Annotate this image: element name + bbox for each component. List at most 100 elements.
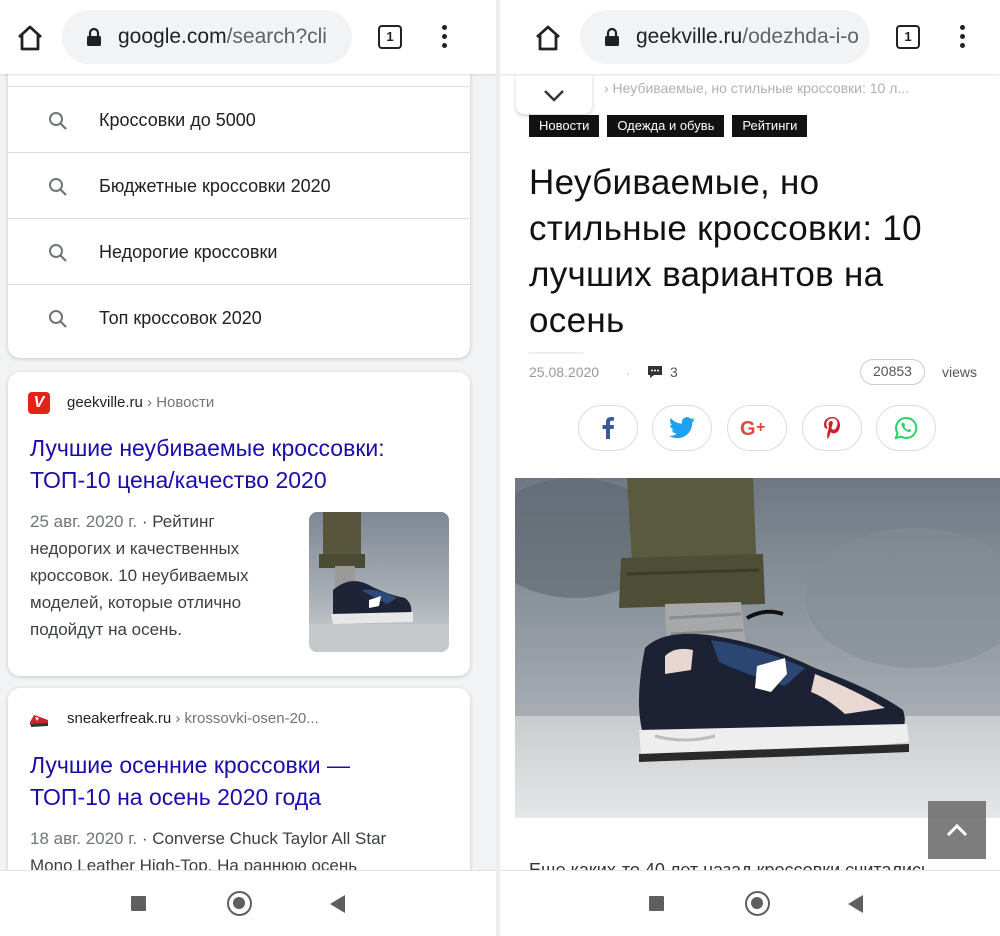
scroll-to-top-button[interactable] — [928, 801, 986, 859]
right-browser-window: geekville.ru/odezhda-i-o 1 › Неубиваемые… — [500, 0, 1000, 936]
tag-clothing[interactable]: Одежда и обувь — [607, 115, 725, 137]
site-breadcrumb: › Новости — [142, 394, 215, 411]
suggestion-label: Бюджетные кроссовки 2020 — [99, 176, 331, 196]
site-name: sneakerfreak.ru — [67, 710, 172, 727]
title-line: осень — [529, 301, 625, 340]
share-pinterest-button[interactable] — [802, 405, 862, 451]
search-icon — [49, 244, 67, 262]
snippet-line: кроссовок. 10 неубиваемых — [30, 566, 249, 585]
result-snippet: 25 авг. 2020 г. · Рейтинг недорогих и ка… — [30, 508, 249, 643]
result-title-line: ТОП-10 цена/качество 2020 — [30, 467, 327, 493]
snippet-line: · Рейтинг — [137, 512, 215, 531]
recents-button[interactable] — [649, 896, 664, 911]
tag-ratings[interactable]: Рейтинги — [732, 115, 808, 137]
article-date: 25.08.2020 — [529, 364, 600, 380]
home-icon[interactable] — [14, 22, 46, 54]
lock-icon — [605, 27, 619, 46]
article-page: › Неубиваемые, но стильные кроссовки: 10… — [500, 74, 1000, 870]
comment-icon[interactable] — [646, 364, 664, 380]
result-site[interactable]: sneakerfreak.ru › krossovki-osen-20... — [67, 709, 319, 729]
suggestion-label: Недорогие кроссовки — [99, 242, 278, 262]
home-icon[interactable] — [532, 22, 564, 54]
recents-button[interactable] — [131, 896, 146, 911]
title-divider — [529, 352, 583, 354]
whatsapp-icon — [894, 416, 918, 440]
article-body-text: Еще каких-то 40 лет назад кроссовки счит… — [529, 860, 931, 870]
views-label: views — [942, 364, 978, 380]
suggestion-item[interactable]: Кроссовки до 5000 — [8, 86, 470, 152]
result-date: 25 авг. 2020 г. — [30, 512, 138, 531]
url-path: /search?cli — [226, 25, 327, 48]
url-domain: google.com — [118, 25, 227, 48]
url-path: /odezhda-i-o — [742, 25, 859, 48]
snippet-line: · Converse Chuck Taylor All Star — [137, 829, 387, 848]
search-icon — [49, 310, 67, 328]
result-title-line: ТОП-10 на осень 2020 года — [30, 784, 322, 810]
back-button[interactable] — [330, 895, 345, 913]
url-domain: geekville.ru — [636, 25, 743, 48]
category-tags: Новости Одежда и обувь Рейтинги — [529, 115, 808, 137]
share-facebook-button[interactable] — [578, 405, 638, 451]
android-nav-bar — [0, 870, 496, 936]
result-title-link[interactable]: Лучшие неубиваемые кроссовки: ТОП-10 цен… — [30, 432, 385, 496]
chevron-down-icon — [544, 90, 564, 102]
tab-switcher-button[interactable]: 1 — [896, 25, 920, 49]
result-thumbnail-image[interactable] — [309, 512, 449, 652]
title-line: лучших вариантов на — [529, 255, 884, 294]
search-result-card: sneakerfreak.ru › krossovki-osen-20... Л… — [8, 688, 470, 870]
meta-separator: . — [626, 362, 630, 378]
chevron-up-icon — [946, 823, 968, 837]
title-line: Неубиваемые, но — [529, 163, 820, 202]
suggestion-label: Кроссовки до 5000 — [99, 110, 256, 130]
back-button[interactable] — [848, 895, 863, 913]
left-browser-window: google.com/search?cli 1 Кроссовки до 500… — [0, 0, 496, 936]
share-twitter-button[interactable] — [652, 405, 712, 451]
site-name: geekville.ru — [67, 394, 143, 411]
snippet-line: недорогих и качественных — [30, 539, 240, 558]
result-title-link[interactable]: Лучшие осенние кроссовки — ТОП-10 на осе… — [30, 749, 350, 813]
geekville-favicon: V — [28, 392, 50, 414]
snippet-line: Mono Leather High-Top. На раннюю осень — [30, 856, 358, 870]
search-icon — [49, 178, 67, 196]
collapse-menu-button[interactable] — [516, 74, 592, 114]
views-count: 20853 — [860, 359, 925, 385]
suggestion-label: Топ кроссовок 2020 — [99, 308, 262, 328]
suggestion-item[interactable]: Топ кроссовок 2020 — [8, 284, 470, 350]
result-site[interactable]: geekville.ru › Новости — [67, 393, 214, 413]
overflow-menu-icon[interactable] — [952, 22, 972, 54]
site-breadcrumb: › krossovki-osen-20... — [171, 710, 319, 727]
suggestion-item[interactable]: Бюджетные кроссовки 2020 — [8, 152, 470, 218]
breadcrumb[interactable]: › Неубиваемые, но стильные кроссовки: 10… — [604, 80, 909, 96]
url-text: geekville.ru/odezhda-i-o — [636, 24, 859, 50]
search-icon — [49, 112, 67, 130]
suggestion-item[interactable]: Недорогие кроссовки — [8, 218, 470, 284]
snippet-line: моделей, которые отлично — [30, 593, 242, 612]
lock-icon — [87, 27, 101, 46]
sneakerfreak-favicon — [30, 715, 48, 727]
browser-toolbar: geekville.ru/odezhda-i-o 1 — [500, 0, 1000, 74]
tab-switcher-button[interactable]: 1 — [378, 25, 402, 49]
pinterest-icon — [824, 417, 840, 439]
share-google-plus-button[interactable]: G + — [727, 405, 787, 451]
search-results-area: Кроссовки до 5000 Бюджетные кроссовки 20… — [0, 74, 496, 870]
result-date: 18 авг. 2020 г. — [30, 829, 138, 848]
favicon-letter: V — [33, 394, 45, 411]
home-button[interactable] — [745, 891, 770, 916]
address-bar[interactable]: google.com/search?cli — [62, 10, 352, 64]
overflow-menu-icon[interactable] — [434, 22, 454, 54]
address-bar[interactable]: geekville.ru/odezhda-i-o — [580, 10, 870, 64]
share-buttons: G + — [578, 405, 938, 451]
browser-toolbar: google.com/search?cli 1 — [0, 0, 496, 74]
tag-news[interactable]: Новости — [529, 115, 600, 137]
search-result-card: V geekville.ru › Новости Лучшие неубивае… — [8, 372, 470, 676]
article-title: Неубиваемые, но стильные кроссовки: 10 л… — [529, 160, 979, 344]
article-hero-image — [515, 478, 1000, 818]
home-button[interactable] — [227, 891, 252, 916]
result-title-line: Лучшие осенние кроссовки — — [30, 752, 351, 778]
facebook-icon — [602, 417, 614, 439]
comment-count[interactable]: 3 — [670, 364, 678, 380]
twitter-icon — [669, 417, 695, 439]
snippet-line: подойдут на осень. — [30, 620, 183, 639]
title-line: стильные кроссовки: 10 — [529, 209, 922, 248]
share-whatsapp-button[interactable] — [876, 405, 936, 451]
